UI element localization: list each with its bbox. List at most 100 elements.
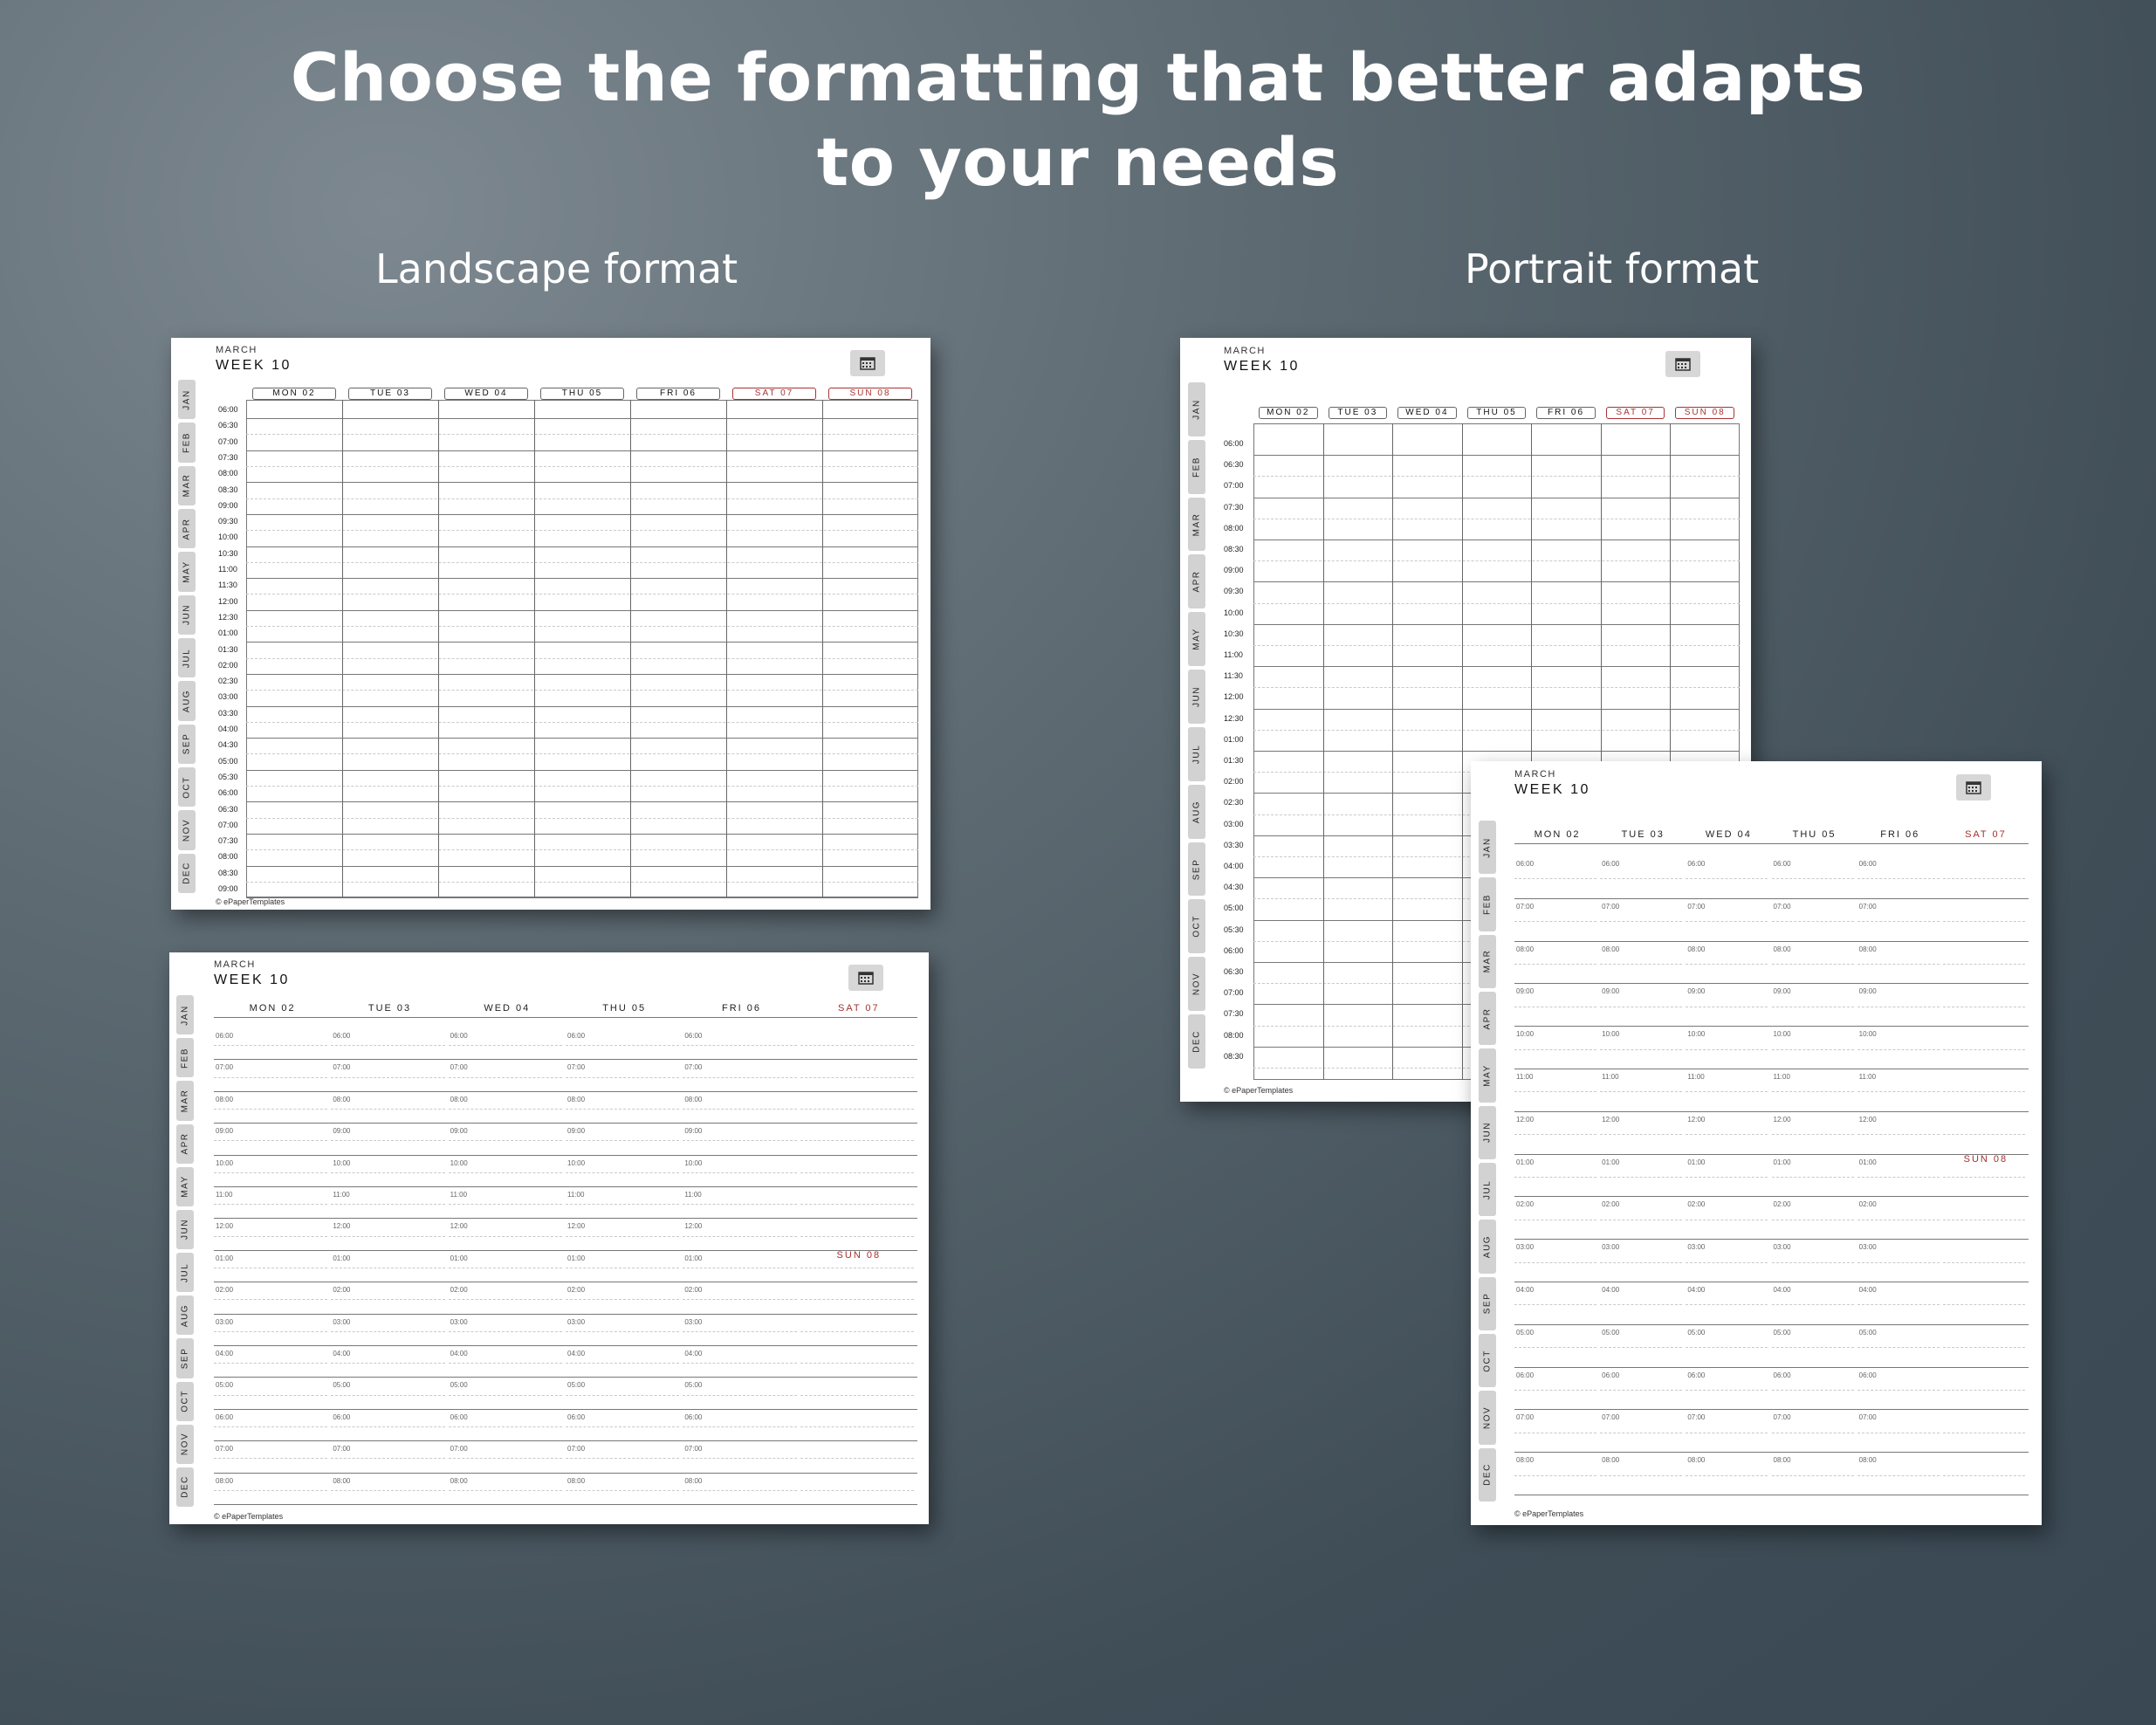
slot-line: [1600, 1134, 1683, 1136]
month-tab-jun[interactable]: JUN: [1188, 670, 1205, 724]
row-line: [214, 1408, 917, 1410]
day-header-thu-05[interactable]: THU 05: [1466, 407, 1527, 419]
month-tab-mar[interactable]: MAR: [1479, 934, 1496, 988]
day-heading-tue-03[interactable]: TUE 03: [331, 1003, 448, 1014]
month-tab-dec[interactable]: DEC: [1479, 1447, 1496, 1502]
month-tab-jan[interactable]: JAN: [176, 995, 194, 1035]
day-header-tue-03[interactable]: TUE 03: [348, 388, 432, 400]
day-heading-sat-07[interactable]: SAT 07: [1943, 829, 2029, 840]
day-header-sat-07[interactable]: SAT 07: [1605, 407, 1665, 419]
month-tab-feb[interactable]: FEB: [1479, 877, 1496, 931]
month-tab-jun[interactable]: JUN: [178, 594, 196, 635]
month-tab-oct[interactable]: OCT: [1188, 899, 1205, 954]
month-tab-may[interactable]: MAY: [178, 552, 196, 592]
day-heading-sat-07[interactable]: SAT 07: [800, 1003, 917, 1014]
month-tab-aug[interactable]: AUG: [178, 681, 196, 721]
grid-row-line: [246, 546, 918, 547]
hour-slot-label: 06:00: [450, 1032, 468, 1040]
month-tab-jul[interactable]: JUL: [1188, 726, 1205, 781]
grid-row-line: [1253, 750, 1740, 752]
time-label: 10:00: [218, 533, 238, 542]
month-tab-jul[interactable]: JUL: [176, 1253, 194, 1293]
month-tab-nov[interactable]: NOV: [1479, 1391, 1496, 1445]
day-header-fri-06[interactable]: FRI 06: [636, 388, 720, 400]
day-header-tue-03[interactable]: TUE 03: [1328, 407, 1388, 419]
hour-slot-label: 06:00: [684, 1032, 703, 1040]
month-tab-mar[interactable]: MAR: [176, 1081, 194, 1121]
day-heading-sun-08[interactable]: SUN 08: [1943, 1154, 2029, 1165]
hour-slot-label: 06:00: [1858, 860, 1877, 868]
day-heading-thu-05[interactable]: THU 05: [1772, 829, 1857, 840]
slot-line: [683, 1172, 797, 1173]
calendar-button[interactable]: [1956, 774, 1991, 801]
month-tab-mar[interactable]: MAR: [1188, 497, 1205, 552]
month-tab-feb[interactable]: FEB: [1188, 439, 1205, 494]
month-tab-apr[interactable]: APR: [1479, 991, 1496, 1046]
day-header-sat-07[interactable]: SAT 07: [732, 388, 816, 400]
day-heading-mon-02[interactable]: MON 02: [1514, 829, 1600, 840]
month-tab-apr[interactable]: APR: [176, 1124, 194, 1164]
hour-slot-label: 07:00: [684, 1445, 703, 1454]
calendar-button[interactable]: [850, 350, 885, 376]
day-heading-wed-04[interactable]: WED 04: [1686, 829, 1771, 840]
month-tab-nov[interactable]: NOV: [178, 810, 196, 850]
month-tab-aug[interactable]: AUG: [176, 1295, 194, 1336]
month-tab-jan[interactable]: JAN: [1479, 821, 1496, 875]
month-tab-jul[interactable]: JUL: [1479, 1162, 1496, 1217]
month-tab-oct[interactable]: OCT: [1479, 1333, 1496, 1388]
month-tab-label: NOV: [180, 1433, 190, 1456]
month-tab-feb[interactable]: FEB: [178, 423, 196, 463]
month-tabs: JAN FEB MAR APR MAY JUN JUL AUG SEP OCT NOV DEC: [176, 993, 194, 1509]
month-tab-sep[interactable]: SEP: [1188, 842, 1205, 897]
month-tab-oct[interactable]: OCT: [178, 766, 196, 808]
row-line: [214, 1377, 917, 1378]
month-tab-label: JUL: [1482, 1179, 1493, 1199]
month-tab-aug[interactable]: AUG: [1479, 1220, 1496, 1274]
month-tab-oct[interactable]: OCT: [176, 1381, 194, 1421]
day-heading-mon-02[interactable]: MON 02: [214, 1003, 331, 1014]
day-heading-sun-08[interactable]: SUN 08: [800, 1250, 917, 1261]
month-tab-dec[interactable]: DEC: [176, 1467, 194, 1508]
month-tab-apr[interactable]: APR: [1188, 554, 1205, 609]
calendar-button[interactable]: [1665, 351, 1700, 377]
day-header-thu-05[interactable]: THU 05: [540, 388, 624, 400]
month-tab-may[interactable]: MAY: [176, 1166, 194, 1206]
month-tab-apr[interactable]: APR: [178, 508, 196, 549]
day-header-mon-02[interactable]: MON 02: [1259, 407, 1318, 419]
grid-row-line: [246, 498, 918, 499]
day-header-sun-08[interactable]: SUN 08: [828, 388, 912, 400]
month-tab-jun[interactable]: JUN: [1479, 1105, 1496, 1159]
day-heading-wed-04[interactable]: WED 04: [449, 1003, 566, 1014]
copyright-footer: © ePaperTemplates: [214, 1512, 284, 1521]
month-tab-aug[interactable]: AUG: [1188, 784, 1205, 839]
month-tab-dec[interactable]: DEC: [1188, 1014, 1205, 1069]
day-heading-thu-05[interactable]: THU 05: [566, 1003, 683, 1014]
month-tab-sep[interactable]: SEP: [1479, 1276, 1496, 1330]
slot-line: [1600, 1177, 1683, 1178]
month-tab-mar[interactable]: MAR: [178, 465, 196, 505]
month-tab-dec[interactable]: DEC: [178, 853, 196, 893]
time-label: 02:00: [218, 660, 238, 670]
day-header-mon-02[interactable]: MON 02: [252, 388, 336, 400]
day-header-fri-06[interactable]: FRI 06: [1536, 407, 1596, 419]
month-tab-jul[interactable]: JUL: [178, 637, 196, 678]
day-heading-fri-06[interactable]: FRI 06: [683, 1003, 800, 1014]
landscape-format-label: Landscape format: [375, 245, 738, 292]
month-tab-sep[interactable]: SEP: [176, 1338, 194, 1378]
day-header-sun-08[interactable]: SUN 08: [1675, 407, 1734, 419]
month-tab-jun[interactable]: JUN: [176, 1209, 194, 1250]
day-header-wed-04[interactable]: WED 04: [1397, 407, 1457, 419]
month-tab-nov[interactable]: NOV: [176, 1424, 194, 1464]
month-tab-may[interactable]: MAY: [1188, 612, 1205, 667]
month-tab-jan[interactable]: JAN: [1188, 382, 1205, 436]
month-tab-may[interactable]: MAY: [1479, 1048, 1496, 1103]
month-tab-sep[interactable]: SEP: [178, 724, 196, 764]
month-tab-jan[interactable]: JAN: [178, 380, 196, 420]
day-heading-tue-03[interactable]: TUE 03: [1600, 829, 1686, 840]
month-tab-feb[interactable]: FEB: [176, 1038, 194, 1078]
day-header-wed-04[interactable]: WED 04: [444, 388, 528, 400]
grid-row-line: [246, 881, 918, 883]
day-heading-fri-06[interactable]: FRI 06: [1857, 829, 1943, 840]
month-tab-nov[interactable]: NOV: [1188, 957, 1205, 1012]
calendar-button[interactable]: [848, 965, 883, 991]
